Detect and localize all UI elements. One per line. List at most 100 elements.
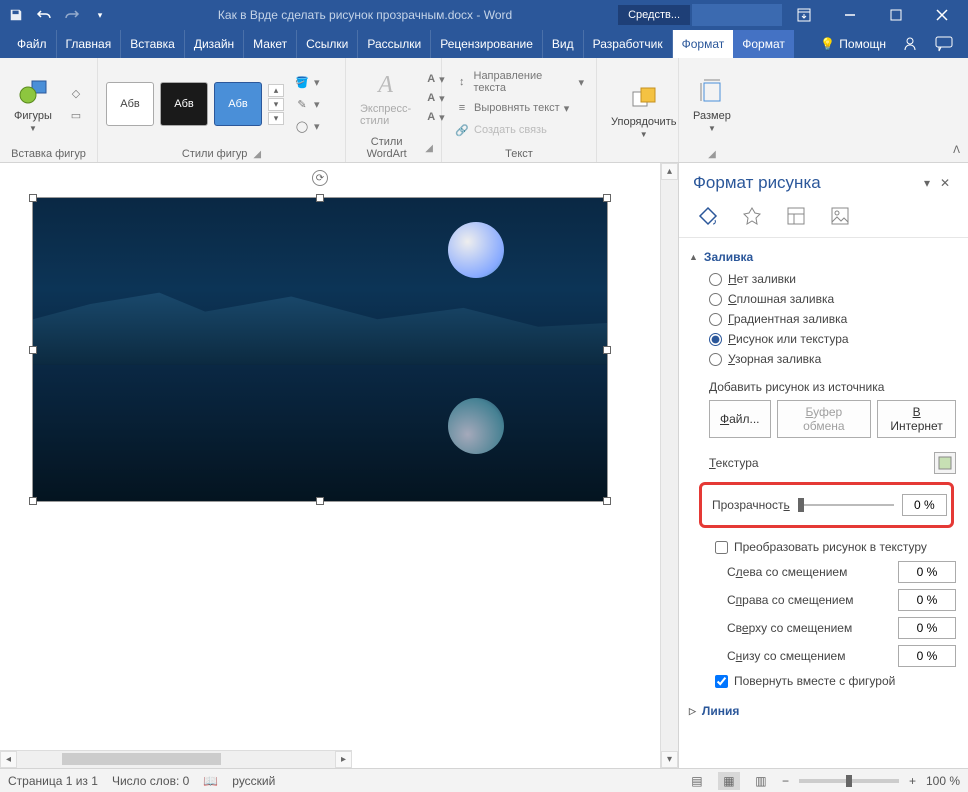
style-swatch-1[interactable]: Абв <box>106 82 154 126</box>
wordart-launcher[interactable]: ◢ <box>425 143 433 154</box>
resize-handle-tm[interactable] <box>316 194 324 202</box>
zoom-slider[interactable] <box>799 779 899 783</box>
proofing-icon[interactable]: 📖 <box>203 774 218 788</box>
undo-icon[interactable] <box>32 3 56 27</box>
offset-right-spinner[interactable]: 0 % <box>898 589 956 611</box>
tab-design[interactable]: Дизайн <box>185 30 244 58</box>
shapes-button[interactable]: Фигуры ▼ <box>8 74 58 135</box>
pane-close-icon[interactable]: ✕ <box>936 176 954 190</box>
shape-styles-gallery[interactable]: Абв Абв Абв ▴▾▾ <box>106 82 284 126</box>
selected-image[interactable]: ⟳ <box>32 197 608 502</box>
offset-left-spinner[interactable]: 0 % <box>898 561 956 583</box>
pane-tab-effects[interactable] <box>739 205 765 227</box>
close-button[interactable] <box>920 3 964 27</box>
print-layout-icon[interactable]: ▦ <box>718 772 740 790</box>
document-canvas[interactable]: ⟳ ◂ ▸ <box>0 163 660 768</box>
section-fill-header[interactable]: ▲Заливка <box>687 246 956 268</box>
ribbon-options-icon[interactable] <box>782 3 826 27</box>
web-layout-icon[interactable]: ▥ <box>750 772 772 790</box>
resize-handle-tr[interactable] <box>603 194 611 202</box>
comments-icon[interactable] <box>934 34 954 54</box>
tab-format-drawing[interactable]: Формат <box>673 30 734 58</box>
tab-layout[interactable]: Макет <box>244 30 297 58</box>
pane-tab-picture[interactable] <box>827 205 853 227</box>
read-mode-icon[interactable]: ▤ <box>686 772 708 790</box>
maximize-button[interactable] <box>874 3 918 27</box>
tab-format-picture[interactable]: Формат <box>733 30 794 58</box>
arrange-button[interactable]: Упорядочить ▼ <box>605 80 682 141</box>
tab-review[interactable]: Рецензирование <box>431 30 543 58</box>
word-count[interactable]: Число слов: 0 <box>112 774 189 788</box>
resize-handle-tl[interactable] <box>29 194 37 202</box>
shape-styles-launcher[interactable]: ◢ <box>253 149 261 160</box>
scroll-right-icon[interactable]: ▸ <box>335 751 352 768</box>
insert-online-button[interactable]: В Интернет <box>877 400 956 438</box>
size-icon <box>696 76 728 108</box>
fill-option-pattern[interactable]: Узорная заливка <box>709 352 956 366</box>
minimize-button[interactable] <box>828 3 872 27</box>
page-indicator[interactable]: Страница 1 из 1 <box>8 774 98 788</box>
scroll-up-icon[interactable]: ▴ <box>661 163 678 180</box>
resize-handle-bl[interactable] <box>29 497 37 505</box>
size-button[interactable]: Размер ▼ <box>687 74 737 135</box>
size-launcher[interactable]: ◢ <box>708 149 716 160</box>
tile-as-texture-checkbox[interactable]: Преобразовать рисунок в текстуру <box>687 536 956 558</box>
tab-insert[interactable]: Вставка <box>121 30 185 58</box>
pane-tab-fill[interactable] <box>695 205 721 227</box>
gallery-scroll[interactable]: ▴▾▾ <box>268 84 284 125</box>
shape-effects-button[interactable]: ◯▾ <box>290 116 324 136</box>
collapse-ribbon-icon[interactable]: ᐱ <box>953 145 960 156</box>
style-swatch-2[interactable]: Абв <box>160 82 208 126</box>
resize-handle-ml[interactable] <box>29 346 37 354</box>
edit-shape-button[interactable]: ◇ <box>64 83 88 103</box>
save-icon[interactable] <box>4 3 28 27</box>
texture-label: Текстура <box>709 456 934 470</box>
tab-references[interactable]: Ссылки <box>297 30 358 58</box>
tab-developer[interactable]: Разработчик <box>584 30 673 58</box>
section-line-header[interactable]: ▷Линия <box>687 700 956 722</box>
tab-file[interactable]: Файл <box>8 30 57 58</box>
zoom-out-button[interactable]: − <box>782 774 789 788</box>
offset-bottom-spinner[interactable]: 0 % <box>898 645 956 667</box>
resize-handle-mr[interactable] <box>603 346 611 354</box>
zoom-in-button[interactable]: + <box>909 774 916 788</box>
image-content <box>33 198 607 501</box>
pane-menu-icon[interactable]: ▾ <box>918 176 936 190</box>
text-box-button[interactable]: ▭ <box>64 105 88 125</box>
group-text: Текст <box>450 146 588 162</box>
fill-option-none[interactable]: Нет заливки <box>709 272 956 286</box>
qat-dropdown-icon[interactable]: ▾ <box>88 3 112 27</box>
vertical-scrollbar[interactable]: ▴ ▾ <box>660 163 678 768</box>
wordart-styles-button[interactable]: A Экспресс-стили <box>354 67 417 129</box>
scroll-left-icon[interactable]: ◂ <box>0 751 17 768</box>
contextual-tab-group-label: Средств... <box>618 5 690 25</box>
rotate-with-shape-checkbox[interactable]: Повернуть вместе с фигурой <box>687 670 956 692</box>
align-text-button[interactable]: ≡Выровнять текст ▾ <box>450 98 588 118</box>
offset-top-spinner[interactable]: 0 % <box>898 617 956 639</box>
fill-option-solid[interactable]: Сплошная заливка <box>709 292 956 306</box>
language-indicator[interactable]: русский <box>232 774 275 788</box>
zoom-level[interactable]: 100 % <box>926 774 960 788</box>
transparency-slider[interactable] <box>798 502 894 508</box>
redo-icon[interactable] <box>60 3 84 27</box>
shape-outline-button[interactable]: ✎▾ <box>290 94 324 114</box>
tell-me-search[interactable]: 💡 Помощн <box>820 37 886 51</box>
texture-picker-button[interactable] <box>934 452 956 474</box>
pane-tab-layout[interactable] <box>783 205 809 227</box>
style-swatch-3[interactable]: Абв <box>214 82 262 126</box>
tab-mailings[interactable]: Рассылки <box>358 30 431 58</box>
text-direction-button[interactable]: ↕Направление текста ▾ <box>450 68 588 96</box>
tab-view[interactable]: Вид <box>543 30 584 58</box>
resize-handle-bm[interactable] <box>316 497 324 505</box>
scroll-down-icon[interactable]: ▾ <box>661 751 678 768</box>
fill-option-gradient[interactable]: Градиентная заливка <box>709 312 956 326</box>
horizontal-scrollbar[interactable]: ◂ ▸ <box>0 750 352 768</box>
resize-handle-br[interactable] <box>603 497 611 505</box>
insert-file-button[interactable]: Файл... <box>709 400 771 438</box>
rotate-handle[interactable]: ⟳ <box>312 170 328 186</box>
shape-fill-button[interactable]: 🪣▾ <box>290 72 324 92</box>
tab-home[interactable]: Главная <box>57 30 122 58</box>
fill-option-picture[interactable]: Рисунок или текстура <box>709 332 956 346</box>
transparency-spinner[interactable]: 0 % <box>902 494 947 516</box>
share-icon[interactable] <box>900 34 920 54</box>
